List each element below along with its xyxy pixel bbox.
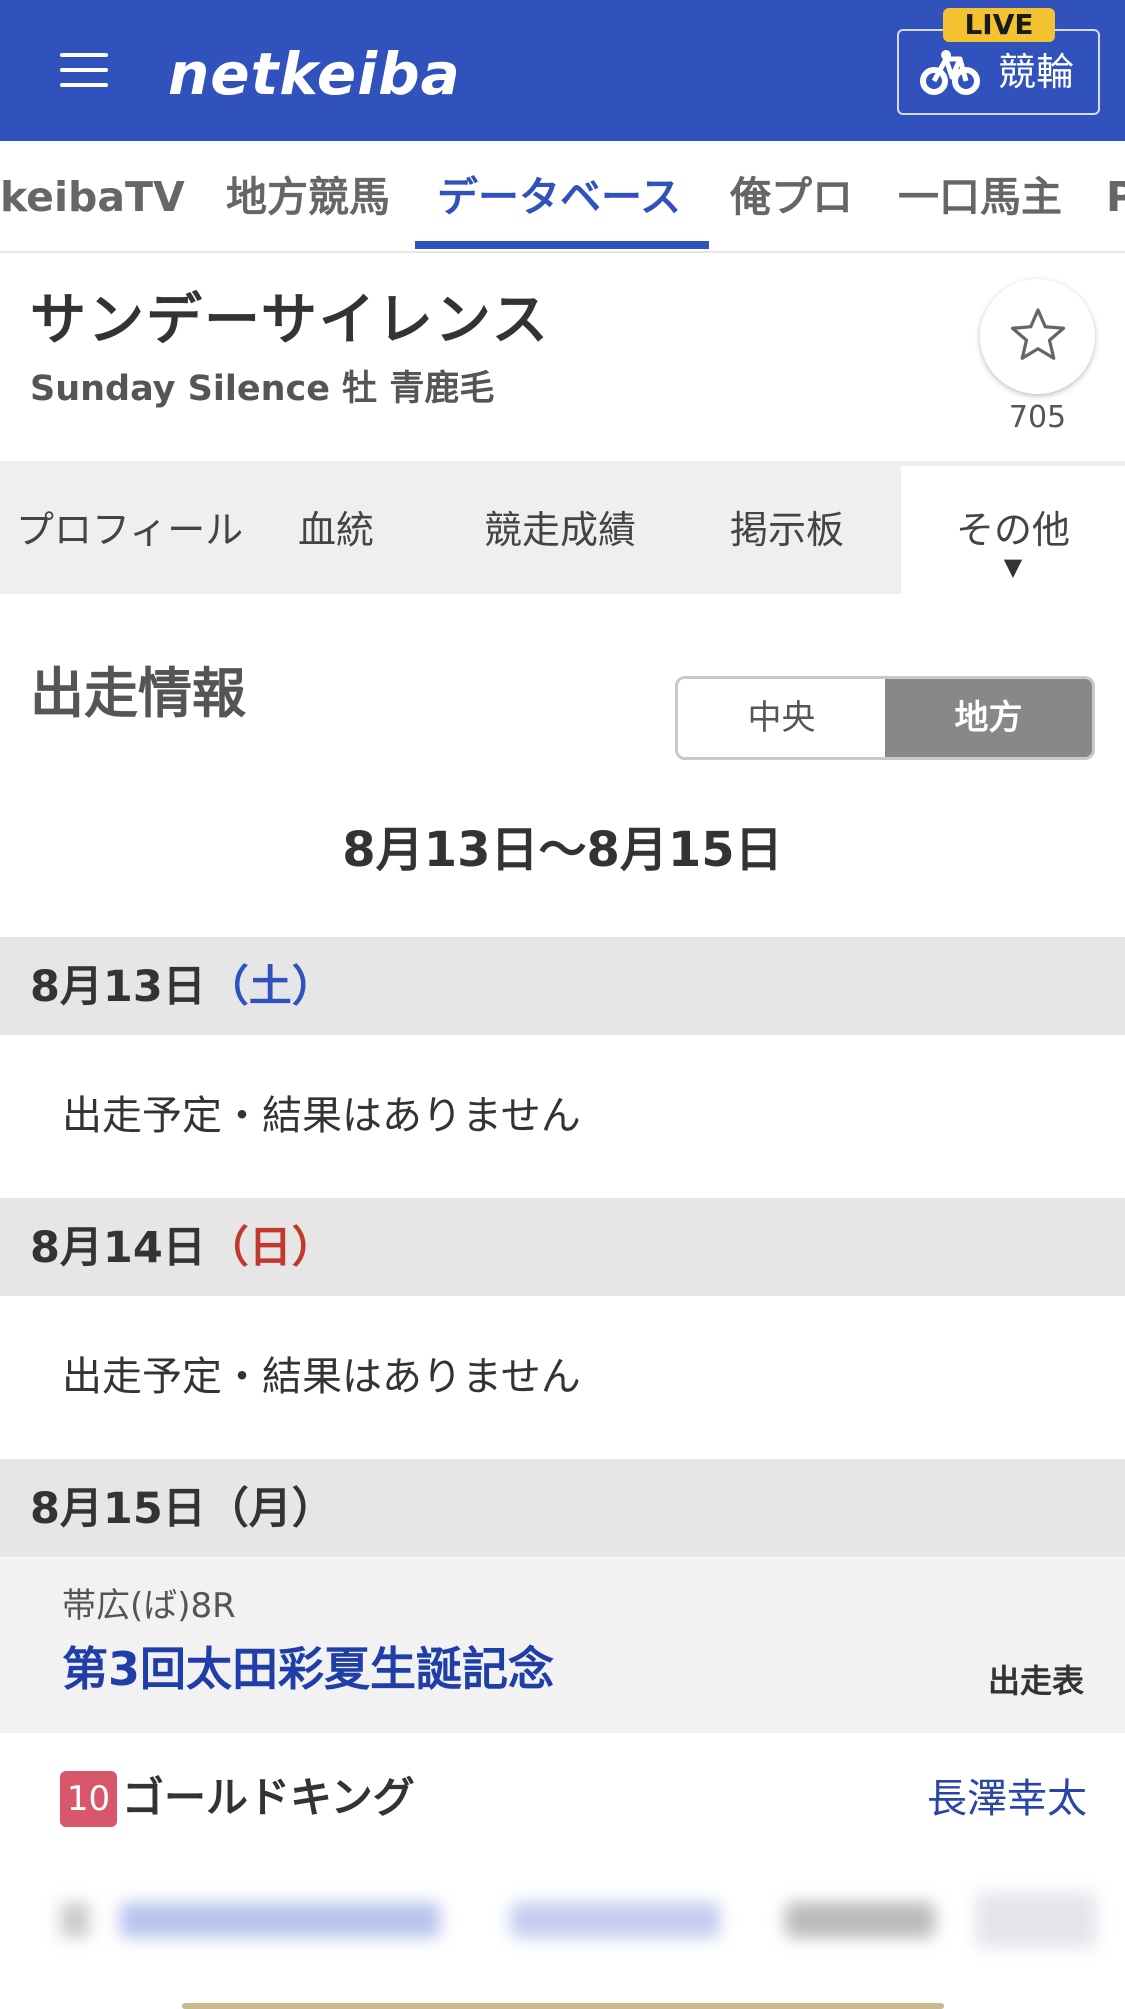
bottom-divider bbox=[182, 2003, 944, 2009]
nav-item-database[interactable]: データベース bbox=[437, 171, 681, 223]
day-date-text: 8月14日 bbox=[30, 1223, 206, 1273]
star-icon bbox=[1010, 308, 1066, 360]
day-date: 8月13日（土） bbox=[30, 961, 335, 1013]
horse-subtitle: Sunday Silence 牡 青鹿毛 bbox=[30, 369, 495, 409]
post-number-badge: 10 bbox=[60, 1771, 117, 1827]
region-toggle: 中央 地方 bbox=[675, 676, 1095, 760]
nav-item-keibatv[interactable]: keibaTV bbox=[0, 171, 185, 223]
keirin-label: 競輪 bbox=[998, 50, 1075, 94]
toggle-local[interactable]: 地方 bbox=[885, 679, 1092, 757]
horse-name: サンデーサイレンス bbox=[30, 288, 550, 353]
live-badge: LIVE bbox=[943, 8, 1055, 42]
day-header: 8月14日（日） bbox=[0, 1198, 1125, 1296]
nav-item-next[interactable]: P bbox=[1106, 171, 1125, 223]
app-header: netkeiba LIVE 競輪 bbox=[0, 0, 1125, 141]
entry-horse-name: ゴールドキング bbox=[122, 1773, 415, 1822]
day-header: 8月15日（月） bbox=[0, 1459, 1125, 1557]
no-entry-message: 出走予定・結果はありません bbox=[62, 1354, 581, 1400]
tab-other[interactable]: その他 ▼ bbox=[901, 466, 1125, 594]
day-date-text: 8月13日 bbox=[30, 962, 206, 1012]
tab-bbs[interactable]: 掲示板 bbox=[730, 506, 844, 554]
favorite-count: 705 bbox=[1008, 400, 1067, 435]
day-of-week: （土） bbox=[205, 962, 335, 1012]
race-name-link[interactable]: 第3回太田彩夏生誕記念 bbox=[62, 1640, 554, 1698]
active-tab-indicator bbox=[415, 241, 709, 249]
global-nav: keibaTV 地方競馬 データベース 俺プロ 一口馬主 P bbox=[0, 141, 1125, 253]
day-date: 8月14日（日） bbox=[30, 1222, 335, 1274]
netkeiba-logo[interactable]: netkeiba bbox=[168, 40, 461, 108]
horse-sub-tabs: プロフィール 血統 競走成績 掲示板 その他 ▼ bbox=[0, 461, 1125, 594]
day-of-week: （月） bbox=[205, 1484, 335, 1534]
chevron-down-icon: ▼ bbox=[1003, 553, 1023, 581]
tab-race-record[interactable]: 競走成績 bbox=[484, 506, 636, 554]
section-title: 出走情報 bbox=[30, 662, 246, 725]
no-entry-message: 出走予定・結果はありません bbox=[62, 1093, 581, 1139]
day-date-text: 8月15日 bbox=[30, 1484, 206, 1534]
race-card-link[interactable]: 出走表 bbox=[988, 1660, 1084, 1702]
date-range: 8月13日〜8月15日 bbox=[342, 822, 783, 878]
jockey-link[interactable]: 長澤幸太 bbox=[927, 1772, 1087, 1826]
blurred-content bbox=[0, 1880, 1125, 1960]
tab-other-label: その他 bbox=[955, 508, 1070, 552]
day-date: 8月15日（月） bbox=[30, 1483, 335, 1535]
tab-profile[interactable]: プロフィール bbox=[16, 506, 243, 554]
toggle-central[interactable]: 中央 bbox=[678, 679, 885, 757]
race-venue: 帯広(ば)8R bbox=[62, 1586, 236, 1626]
menu-icon[interactable] bbox=[60, 53, 108, 87]
favorite-button[interactable] bbox=[980, 279, 1095, 394]
day-of-week: （日） bbox=[205, 1223, 335, 1273]
nav-item-hitokuchi[interactable]: 一口馬主 bbox=[898, 171, 1062, 223]
race-info: 帯広(ば)8R 第3回太田彩夏生誕記念 出走表 bbox=[0, 1558, 1125, 1733]
bicycle-icon bbox=[920, 50, 980, 95]
tab-pedigree[interactable]: 血統 bbox=[298, 506, 374, 554]
day-header: 8月13日（土） bbox=[0, 937, 1125, 1035]
nav-item-ore-pro[interactable]: 俺プロ bbox=[730, 171, 853, 223]
nav-item-local-racing[interactable]: 地方競馬 bbox=[226, 171, 390, 223]
